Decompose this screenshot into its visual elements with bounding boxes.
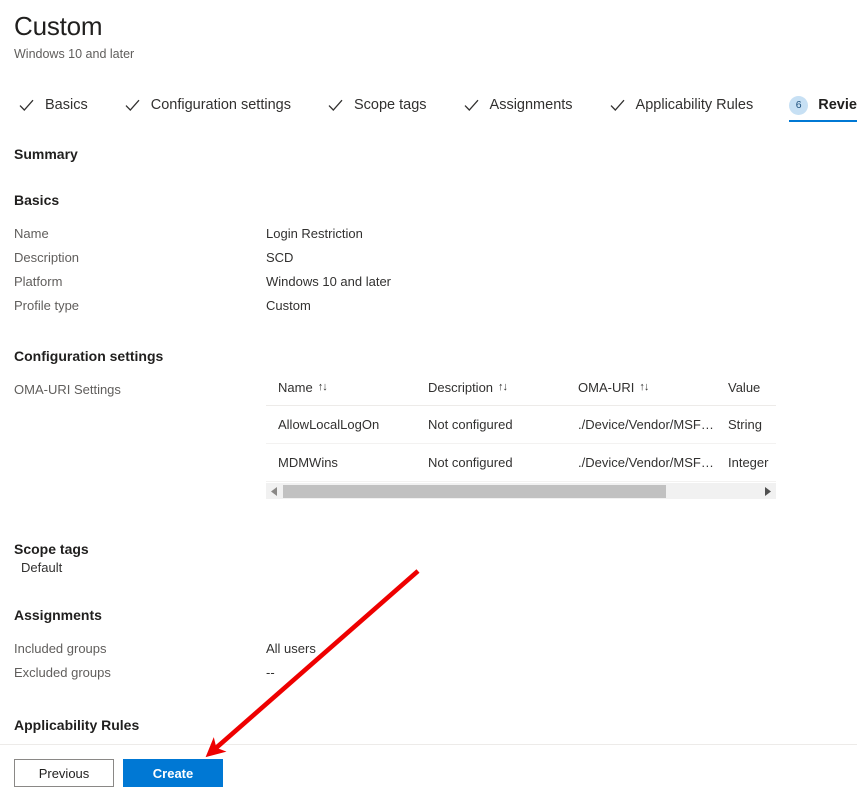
step-number-badge: 6 bbox=[789, 95, 809, 115]
column-header-label: Name bbox=[278, 380, 313, 395]
page-subtitle: Windows 10 and later bbox=[14, 47, 135, 61]
previous-button[interactable]: Previous bbox=[14, 759, 114, 787]
tab-scope-tags[interactable]: Scope tags bbox=[327, 88, 435, 122]
column-header-name[interactable]: Name ↑↓ bbox=[266, 380, 416, 406]
row-key: Included groups bbox=[14, 641, 107, 656]
cell-value: Integer bbox=[716, 443, 776, 482]
oma-uri-settings-label: OMA-URI Settings bbox=[14, 382, 121, 397]
cell-oma-uri: ./Device/Vendor/MSFT... bbox=[566, 443, 716, 482]
oma-uri-table-container: Name ↑↓ Description ↑↓ OMA-URI ↑↓ Value bbox=[266, 380, 776, 499]
cell-oma-uri: ./Device/Vendor/MSFT... bbox=[566, 405, 716, 444]
applicability-rules-section: Applicability Rules bbox=[14, 717, 857, 733]
row-key: Name bbox=[14, 226, 49, 241]
configuration-settings-section: Configuration settings OMA-URI Settings … bbox=[14, 348, 857, 499]
scroll-right-arrow-icon[interactable] bbox=[759, 483, 776, 500]
tab-label: Applicability Rules bbox=[635, 97, 754, 113]
cell-value: String bbox=[716, 405, 776, 444]
column-header-label: OMA-URI bbox=[578, 380, 635, 395]
tab-assignments[interactable]: Assignments bbox=[463, 88, 581, 122]
tab-configuration-settings[interactable]: Configuration settings bbox=[124, 88, 299, 122]
scope-tags-value: Default bbox=[21, 560, 63, 575]
basics-row: Description SCD bbox=[14, 246, 857, 270]
tab-applicability-rules[interactable]: Applicability Rules bbox=[609, 88, 762, 122]
table-row[interactable]: MDMWins Not configured ./Device/Vendor/M… bbox=[266, 443, 776, 482]
tab-label: Assignments bbox=[489, 97, 573, 113]
summary-body: Summary Basics Name Login Restriction De… bbox=[0, 146, 857, 733]
row-key: Platform bbox=[14, 274, 63, 289]
page-header: Custom Windows 10 and later bbox=[0, 0, 857, 62]
scroll-left-arrow-icon[interactable] bbox=[266, 483, 283, 500]
row-key: Description bbox=[14, 250, 80, 265]
row-value: Custom bbox=[266, 298, 311, 313]
scrollbar-thumb[interactable] bbox=[283, 484, 667, 498]
assignments-section: Assignments Included groups All users Ex… bbox=[14, 607, 857, 685]
assignments-row: Included groups All users bbox=[14, 637, 857, 661]
check-icon bbox=[609, 97, 626, 114]
row-key: Excluded groups bbox=[14, 665, 111, 680]
column-header-label: Value bbox=[728, 380, 761, 395]
cell-description: Not configured bbox=[416, 443, 566, 482]
basics-row: Platform Windows 10 and later bbox=[14, 270, 857, 294]
cell-description: Not configured bbox=[416, 405, 566, 444]
cell-name: MDMWins bbox=[266, 443, 416, 482]
column-header-description[interactable]: Description ↑↓ bbox=[416, 380, 566, 406]
check-icon bbox=[463, 97, 480, 114]
basics-row: Profile type Custom bbox=[14, 294, 857, 318]
basics-heading: Basics bbox=[14, 192, 60, 208]
sort-icon[interactable]: ↑↓ bbox=[318, 381, 328, 393]
sort-icon[interactable]: ↑↓ bbox=[498, 381, 508, 393]
row-value: All users bbox=[266, 641, 316, 656]
assignments-row: Excluded groups -- bbox=[14, 661, 857, 685]
column-header-value[interactable]: Value bbox=[716, 380, 776, 406]
cell-name: AllowLocalLogOn bbox=[266, 405, 416, 444]
tab-basics[interactable]: Basics bbox=[18, 88, 96, 122]
table-header-row: Name ↑↓ Description ↑↓ OMA-URI ↑↓ Value bbox=[266, 380, 776, 406]
column-header-label: Description bbox=[428, 380, 494, 395]
basics-row: Name Login Restriction bbox=[14, 222, 857, 246]
tab-label: Scope tags bbox=[353, 97, 427, 113]
check-icon bbox=[327, 97, 344, 114]
check-icon bbox=[18, 97, 35, 114]
tab-label: Configuration settings bbox=[150, 97, 291, 113]
page-title: Custom bbox=[14, 11, 103, 41]
scrollbar-track[interactable] bbox=[283, 483, 759, 500]
wizard-tab-bar: Basics Configuration settings Scope tags… bbox=[0, 86, 857, 122]
horizontal-scrollbar[interactable] bbox=[266, 482, 776, 499]
row-value: Login Restriction bbox=[266, 226, 363, 241]
column-header-oma-uri[interactable]: OMA-URI ↑↓ bbox=[566, 380, 716, 406]
table-row[interactable]: AllowLocalLogOn Not configured ./Device/… bbox=[266, 405, 776, 444]
sort-icon[interactable]: ↑↓ bbox=[639, 381, 649, 393]
oma-uri-table: Name ↑↓ Description ↑↓ OMA-URI ↑↓ Value bbox=[266, 380, 776, 482]
check-icon bbox=[124, 97, 141, 114]
row-value: SCD bbox=[266, 250, 294, 265]
tab-review-create[interactable]: 6 Review + create bbox=[789, 88, 857, 122]
row-value: Windows 10 and later bbox=[266, 274, 392, 289]
row-key: Profile type bbox=[14, 298, 80, 313]
row-value: -- bbox=[266, 665, 275, 680]
scope-tags-section: Scope tags Default bbox=[14, 541, 857, 579]
basics-section: Basics Name Login Restriction Descriptio… bbox=[14, 192, 857, 318]
tab-label: Basics bbox=[45, 97, 88, 113]
scope-tags-heading: Scope tags bbox=[14, 541, 89, 557]
applicability-rules-heading: Applicability Rules bbox=[14, 717, 140, 733]
footer-action-bar: Previous Create bbox=[0, 744, 857, 801]
create-button[interactable]: Create bbox=[123, 759, 223, 787]
configuration-settings-heading: Configuration settings bbox=[14, 348, 164, 364]
tab-label: Review + create bbox=[818, 97, 857, 113]
summary-heading: Summary bbox=[14, 146, 78, 162]
assignments-heading: Assignments bbox=[14, 607, 102, 623]
